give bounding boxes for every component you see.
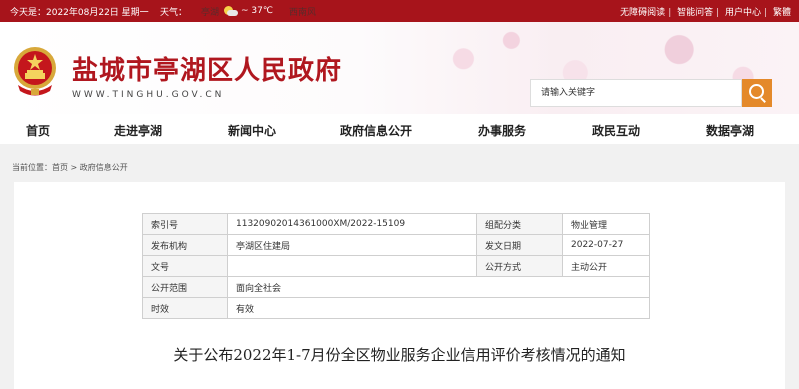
org-value: 亭湖区住建局	[227, 234, 477, 256]
weather-city: 亭湖	[201, 7, 220, 18]
weather-widget: 天气： 亭湖 ~ 37℃ 西南风	[160, 2, 316, 20]
weather-wind: 西南风	[289, 7, 317, 18]
top-links: 无障碍阅读 | 智能问答 | 用户中心 | 繁體	[620, 8, 791, 18]
method-value: 主动公开	[562, 255, 650, 277]
category-value: 物业管理	[562, 213, 650, 235]
search-box	[530, 79, 772, 107]
nav-item-data[interactable]: 数据亭湖	[706, 122, 754, 139]
index-label: 索引号	[142, 213, 228, 235]
index-value: 11320902014361000XM/2022-15109	[227, 213, 477, 235]
table-row: 发布机构 亭湖区住建局 发文日期 2022-07-27	[142, 234, 650, 256]
table-row: 索引号 11320902014361000XM/2022-15109 组配分类 …	[142, 213, 650, 235]
user-center-link[interactable]: 用户中心	[725, 8, 761, 18]
current-date: 今天是：2022年08月22日 星期一	[10, 8, 149, 18]
docno-label: 文号	[142, 255, 228, 277]
date-value: 2022-07-27	[562, 234, 650, 256]
breadcrumb: 当前位置：首页 > 政府信息公开	[12, 163, 128, 172]
method-label: 公开方式	[476, 255, 563, 277]
document-title: 关于公布2022年1-7月份全区物业服务企业信用评价考核情况的通知	[173, 346, 626, 364]
search-input[interactable]	[530, 79, 742, 107]
validity-label: 时效	[142, 297, 228, 319]
nav-item-interaction[interactable]: 政民互动	[592, 122, 640, 139]
search-icon	[749, 84, 764, 99]
weather-temperature: ~ 37℃	[241, 6, 273, 16]
top-bar: 今天是：2022年08月22日 星期一 天气： 亭湖 ~ 37℃ 西南风 无障碍…	[0, 0, 799, 22]
document-metadata-table: 索引号 11320902014361000XM/2022-15109 组配分类 …	[142, 213, 650, 319]
nav-item-gov-info[interactable]: 政府信息公开	[340, 122, 412, 139]
search-button[interactable]	[742, 79, 772, 107]
table-row: 公开范围 面向全社会	[142, 276, 650, 298]
table-row: 时效 有效	[142, 297, 650, 319]
accessibility-link[interactable]: 无障碍阅读	[620, 8, 665, 18]
site-url: WWW.TINGHU.GOV.CN	[72, 90, 225, 100]
category-label: 组配分类	[476, 213, 563, 235]
table-row: 文号 公开方式 主动公开	[142, 255, 650, 277]
nav-item-services[interactable]: 办事服务	[478, 122, 526, 139]
partly-cloudy-icon	[222, 5, 239, 17]
main-nav: 首页 走进亭湖 新闻中心 政府信息公开 办事服务 政民互动 数据亭湖	[0, 114, 799, 144]
site-header: 盐城市亭湖区人民政府 WWW.TINGHU.GOV.CN	[0, 22, 799, 114]
org-label: 发布机构	[142, 234, 228, 256]
site-title[interactable]: 盐城市亭湖区人民政府	[72, 50, 342, 87]
nav-item-about[interactable]: 走进亭湖	[114, 122, 162, 139]
date-label: 发文日期	[476, 234, 563, 256]
scope-label: 公开范围	[142, 276, 228, 298]
docno-value	[227, 255, 477, 277]
national-emblem-icon	[14, 47, 56, 96]
traditional-chinese-link[interactable]: 繁體	[773, 8, 791, 18]
weather-label: 天气：	[160, 7, 188, 18]
nav-item-home[interactable]: 首页	[26, 122, 50, 139]
validity-value: 有效	[227, 297, 650, 319]
smart-qa-link[interactable]: 智能问答	[677, 8, 713, 18]
nav-item-news[interactable]: 新闻中心	[228, 122, 276, 139]
scope-value: 面向全社会	[227, 276, 650, 298]
